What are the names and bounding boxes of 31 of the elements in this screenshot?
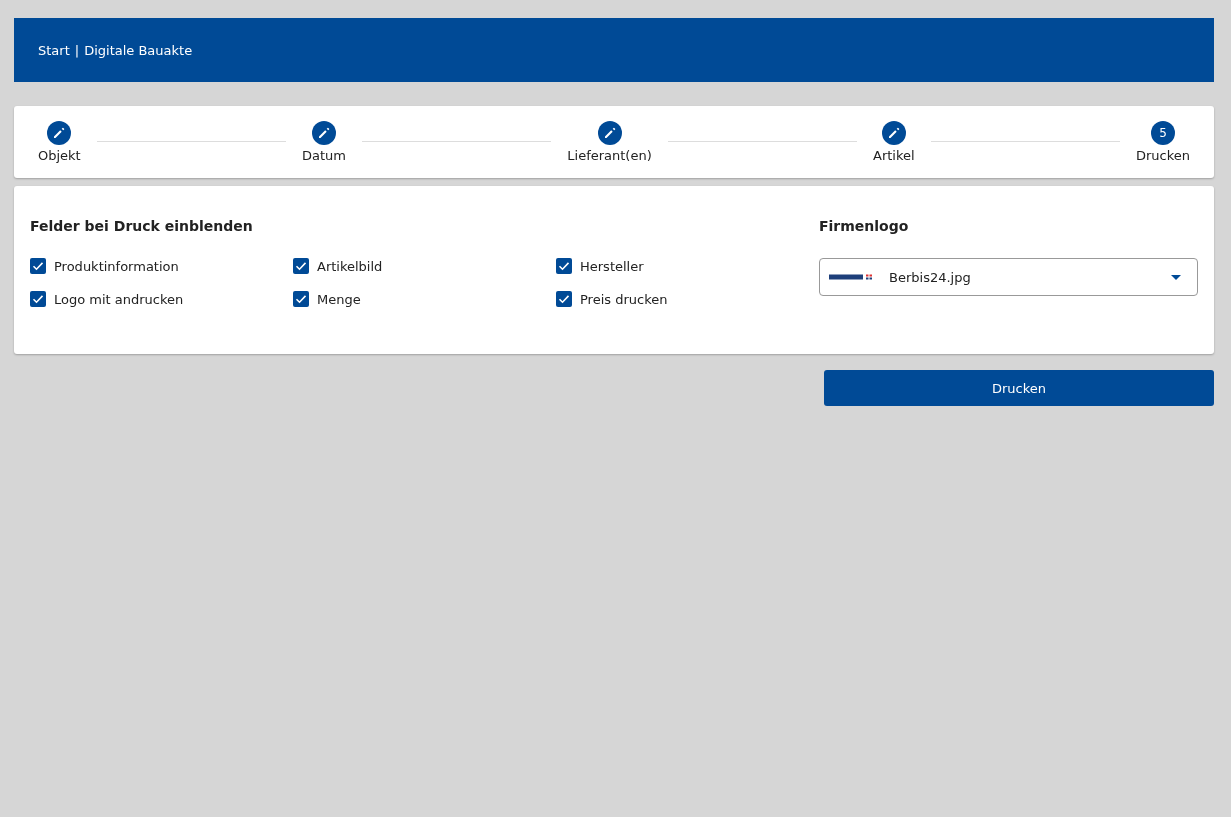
pencil-icon[interactable] [597, 121, 622, 145]
checkbox[interactable] [293, 291, 309, 307]
checkbox-label: Preis drucken [580, 291, 668, 307]
step-label: Artikel [873, 148, 915, 163]
pencil-icon[interactable] [881, 121, 906, 145]
logo-thumbnail [829, 273, 873, 281]
checkbox[interactable] [30, 291, 46, 307]
checkbox[interactable] [556, 291, 572, 307]
checkbox-label: Menge [317, 291, 361, 307]
checkbox[interactable] [293, 258, 309, 274]
pencil-icon[interactable] [47, 121, 72, 145]
pencil-icon[interactable] [312, 121, 336, 145]
step-label: Objekt [38, 148, 81, 163]
breadcrumb-link[interactable]: Start [38, 42, 70, 58]
breadcrumb-link[interactable]: Digitale Bauakte [84, 42, 193, 58]
checkbox-label: Produktinformation [54, 258, 179, 274]
breadcrumb-separator: | [74, 42, 80, 58]
print-button[interactable]: Drucken [824, 370, 1214, 406]
logo-dropdown[interactable]: Berbis24.jpg [819, 258, 1198, 296]
checkbox[interactable] [556, 258, 572, 274]
step-label: Datum [302, 148, 346, 163]
checkbox-label: Logo mit andrucken [54, 291, 184, 307]
section-title: Felder bei Druck einblenden [30, 218, 254, 234]
step-number[interactable]: 5 [1150, 121, 1175, 145]
checkbox-label: Hersteller [580, 258, 644, 274]
checkbox-label: Artikelbild [317, 258, 383, 274]
checkbox[interactable] [30, 258, 46, 274]
section-title: Firmenlogo [819, 218, 910, 234]
step-label: Drucken [1135, 148, 1190, 163]
step-label: Lieferant(en) [567, 148, 652, 163]
caret-icon [1171, 274, 1181, 280]
